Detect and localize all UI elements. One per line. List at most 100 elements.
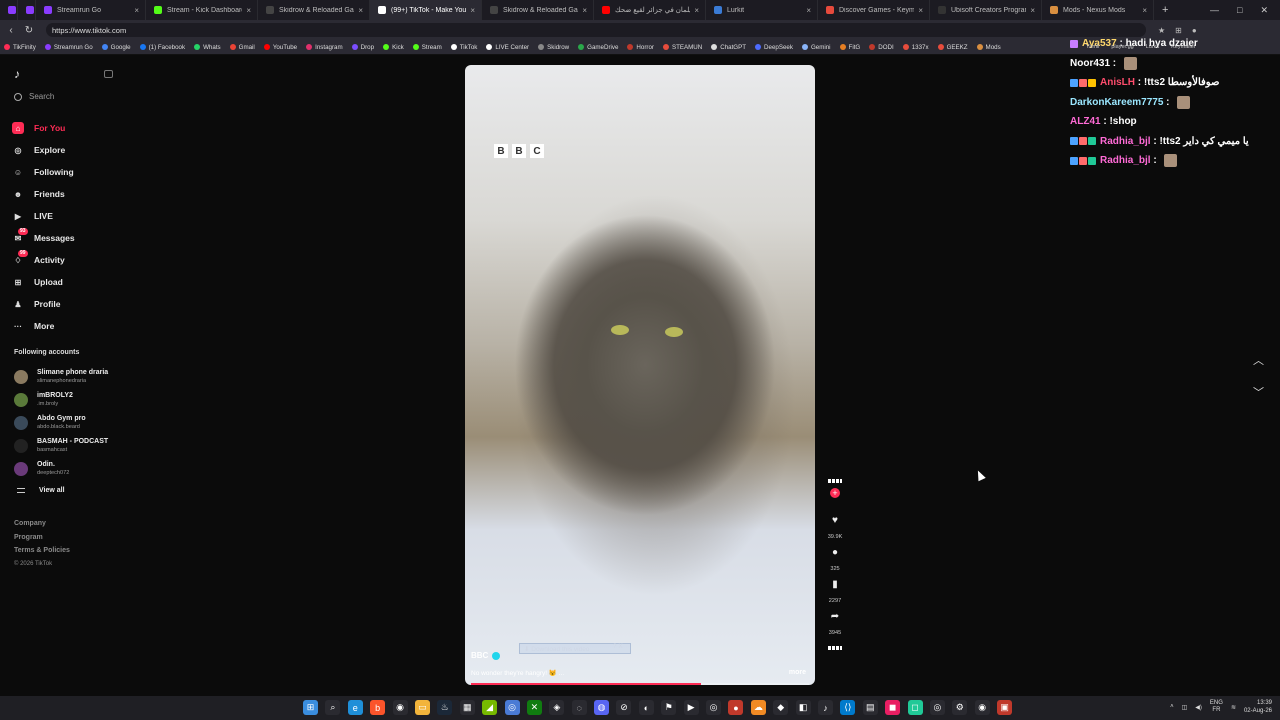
tiktok-logo-icon[interactable]: ♪ (14, 67, 28, 81)
reload-icon[interactable]: ↻ (22, 25, 36, 36)
app-icon[interactable]: ◌ (571, 700, 587, 715)
bookmark-item[interactable]: DODI (869, 44, 894, 51)
url-input[interactable]: https://www.tiktok.com (46, 23, 1146, 37)
chrome-icon[interactable]: ◉ (392, 700, 408, 715)
bookmark-item[interactable]: TikTok (450, 44, 477, 51)
music-disc-icon[interactable] (828, 646, 842, 650)
bookmark-item[interactable]: Drop (351, 44, 374, 51)
close-tab-icon[interactable]: × (470, 6, 475, 15)
close-tab-icon[interactable]: × (582, 6, 587, 15)
bookmark-icon[interactable]: ▮ (832, 578, 838, 592)
app-icon[interactable]: ◼ (885, 700, 901, 715)
media-icon[interactable]: ▶ (683, 700, 699, 715)
close-window-icon[interactable]: ✕ (1260, 5, 1268, 16)
windows-start-icon[interactable]: ⊞ (303, 700, 318, 715)
store-icon[interactable]: ▦ (459, 700, 475, 715)
record-icon[interactable]: ● (728, 700, 744, 715)
sidebar-item-explore[interactable]: ◎ Explore (12, 139, 122, 161)
following-account[interactable]: Slimane phone draria slimanephonedraria (14, 365, 126, 388)
settings-icon[interactable]: ⚙ (952, 700, 968, 715)
app-icon[interactable]: ◈ (549, 700, 565, 715)
network-icon[interactable]: ◫ (1182, 704, 1188, 711)
download-close[interactable]: ? X (613, 643, 623, 650)
bookmark-item[interactable]: Stream (412, 44, 442, 51)
clock[interactable]: 13:39 02-Aug-26 (1244, 699, 1272, 715)
close-tab-icon[interactable]: × (806, 6, 811, 15)
brave-icon[interactable]: b (370, 700, 386, 715)
video-player[interactable]: B B C ⬇ Download this video ? X BBC No w… (465, 65, 815, 685)
new-tab-button[interactable]: + (1162, 4, 1168, 16)
creator-avatar[interactable] (828, 479, 842, 483)
search-input[interactable]: Search (14, 92, 54, 101)
caption-more-link[interactable]: more (789, 669, 806, 676)
tab-1[interactable] (18, 0, 36, 20)
comment-icon[interactable]: ● (832, 546, 838, 560)
footer-link[interactable]: Company (14, 517, 70, 531)
overlay-bookmark[interactable]: Lurkit (1146, 44, 1159, 50)
overlay-bookmark[interactable]: player.gg (1111, 44, 1133, 50)
sidebar-item-live[interactable]: ▶ LIVE (12, 205, 122, 227)
bookmark-item[interactable]: TikFinity (4, 44, 36, 51)
tab-8[interactable]: Lurkit × (706, 0, 818, 20)
follow-plus-button[interactable]: + (830, 488, 840, 498)
following-account[interactable]: Odin. deeptech072 (14, 457, 126, 480)
sidebar-item-following[interactable]: ☺ Following (12, 161, 122, 183)
sidebar-item-friends[interactable]: ☻ Friends (12, 183, 122, 205)
bookmark-item[interactable]: DeepSeek (755, 44, 793, 51)
app-icon[interactable]: ◧ (795, 700, 811, 715)
video-author[interactable]: BBC (471, 651, 501, 660)
vscode-icon[interactable]: ⟨⟩ (840, 700, 856, 715)
wifi-icon[interactable]: ≋ (1231, 704, 1236, 711)
close-tab-icon[interactable]: × (358, 6, 363, 15)
footer-link[interactable]: Program (14, 531, 70, 545)
app-icon[interactable]: ▣ (997, 700, 1013, 715)
heart-icon[interactable]: ♥ (832, 514, 838, 528)
bookmark-item[interactable]: FitG (839, 44, 860, 51)
sidebar-item-for-you[interactable]: ⌂ For You (12, 117, 122, 139)
tab-0[interactable] (0, 0, 18, 20)
following-account[interactable]: BASMAH - PODCAST basmahcast (14, 434, 126, 457)
tab-10[interactable]: Ubisoft Creators Program × (930, 0, 1042, 20)
tab-2[interactable]: Streamrun Go × (36, 0, 146, 20)
share-icon[interactable]: ➦ (831, 610, 839, 624)
tray-chevron-icon[interactable]: ˄ (1170, 704, 1174, 710)
overlay-bookmark[interactable]: Keymailer (1171, 44, 1195, 50)
app-icon[interactable]: ◆ (773, 700, 789, 715)
app-icon[interactable]: ◐ (638, 700, 654, 715)
cloud-icon[interactable]: ☁ (750, 700, 766, 715)
tab-7[interactable]: يلمان في جزائر لقيع ضحك 😂× (594, 0, 706, 20)
bookmark-item[interactable]: Horror (627, 44, 654, 51)
tab-3[interactable]: Stream - Kick Dashboard × (146, 0, 258, 20)
tab-9[interactable]: Discover Games - Keymailer× (818, 0, 930, 20)
app-icon[interactable]: ◎ (706, 700, 722, 715)
tab-11[interactable]: Mods - Nexus Mods × (1042, 0, 1154, 20)
app-icon[interactable]: ⚑ (661, 700, 677, 715)
app-icon[interactable]: ◎ (929, 700, 945, 715)
bookmark-item[interactable]: STEAMUN (662, 44, 702, 51)
app-icon[interactable]: ◎ (504, 700, 520, 715)
following-account[interactable]: Abdo Gym pro abdo.black.beard (14, 411, 126, 434)
next-video-button[interactable]: ﹀ (1253, 384, 1264, 400)
bookmark-item[interactable]: Whats (194, 44, 221, 51)
bookmark-item[interactable]: 1337x (902, 44, 929, 51)
search-icon[interactable]: ⌕ (325, 700, 341, 715)
sidebar-item-messages[interactable]: ✉ 93 Messages (12, 227, 122, 249)
close-tab-icon[interactable]: × (694, 6, 699, 15)
xbox-icon[interactable]: ✕ (526, 700, 542, 715)
close-tab-icon[interactable]: × (134, 6, 139, 15)
sidebar-item-profile[interactable]: ♟ Profile (12, 293, 122, 315)
footer-link[interactable]: Terms & Policies (14, 544, 70, 558)
sidebar-item-more[interactable]: ··· More (12, 315, 122, 337)
overlay-bookmark[interactable]: Yamli (1086, 44, 1099, 50)
nvidia-icon[interactable]: ◢ (482, 700, 498, 715)
bookmark-item[interactable]: ChatGPT (711, 44, 746, 51)
bookmark-item[interactable]: Mods (976, 44, 1001, 51)
bookmark-item[interactable]: (1) Facebook (139, 44, 185, 51)
close-tab-icon[interactable]: × (1142, 6, 1147, 15)
app-icon[interactable]: ◉ (974, 700, 990, 715)
audio-icon[interactable]: ♪ (817, 700, 833, 715)
bookmark-item[interactable]: Gemini (801, 44, 831, 51)
sidebar-item-activity[interactable]: ♢ 99 Activity (12, 249, 122, 271)
close-tab-icon[interactable]: × (1030, 6, 1035, 15)
tab-4[interactable]: Skidrow & Reloaded Games - × (258, 0, 370, 20)
